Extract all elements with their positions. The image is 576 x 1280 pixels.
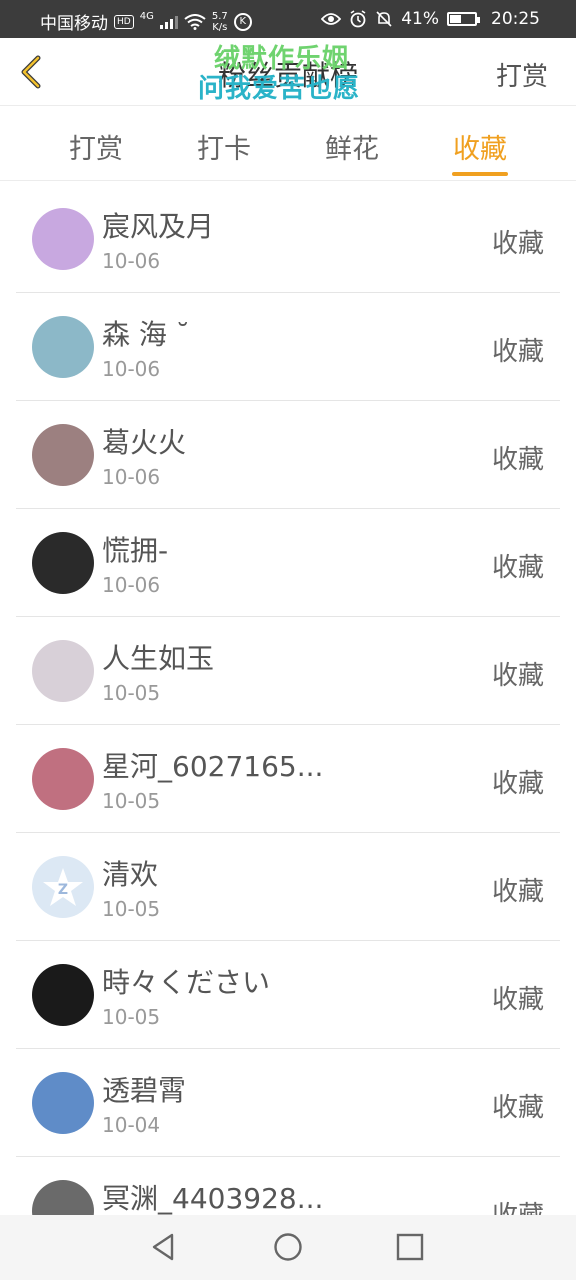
date: 10-05 bbox=[102, 681, 161, 705]
avatar[interactable] bbox=[32, 748, 94, 810]
signal-icon: 4G bbox=[139, 11, 154, 22]
user-name: 冥渊_4403928... bbox=[102, 1182, 324, 1215]
date: 10-06 bbox=[102, 249, 161, 273]
avatar[interactable] bbox=[32, 532, 94, 594]
alarm-icon bbox=[350, 10, 366, 28]
tab-flowers[interactable]: 鲜花 bbox=[307, 107, 397, 180]
action-label: 收藏 bbox=[491, 769, 544, 799]
avatar[interactable]: Z bbox=[32, 856, 94, 918]
watermark-overlay-line2: 问我爱苦也愿 bbox=[198, 74, 361, 104]
list-item[interactable]: 宸风及月 10-06 收藏 bbox=[16, 185, 560, 293]
cell-signal-icon bbox=[159, 15, 178, 29]
system-nav-bar bbox=[0, 1215, 576, 1280]
eye-icon bbox=[321, 13, 342, 25]
carrier-label: 中国移动 bbox=[40, 14, 108, 34]
fan-list[interactable]: 宸风及月 10-06 收藏 森 海 ˘ 10-06 收藏 葛火火 10-06 收… bbox=[16, 185, 560, 1215]
nav-recent-icon[interactable] bbox=[394, 1231, 426, 1263]
svg-text:Z: Z bbox=[58, 882, 68, 898]
list-item[interactable]: 葛火火 10-06 收藏 bbox=[16, 401, 560, 509]
user-name: 星河_6027165... bbox=[102, 750, 324, 783]
avatar[interactable] bbox=[32, 424, 94, 486]
user-name: 時々ください bbox=[102, 966, 271, 999]
list-item[interactable]: Z 清欢 10-05 收藏 bbox=[16, 833, 560, 941]
avatar[interactable] bbox=[32, 1072, 94, 1134]
list-item[interactable]: 森 海 ˘ 10-06 收藏 bbox=[16, 293, 560, 401]
hd-icon: HD bbox=[114, 14, 134, 29]
avatar[interactable] bbox=[32, 964, 94, 1026]
action-label: 收藏 bbox=[491, 1093, 544, 1123]
action-label: 收藏 bbox=[491, 985, 544, 1015]
date: 10-06 bbox=[102, 357, 161, 381]
list-item[interactable]: 時々ください 10-05 收藏 bbox=[16, 941, 560, 1049]
mute-bell-icon bbox=[376, 11, 392, 27]
tab-reward[interactable]: 打赏 bbox=[51, 107, 141, 180]
avatar[interactable] bbox=[32, 208, 94, 270]
status-bar: 中国移动 HD 4G 5.7 K/s K 41% 20:25 bbox=[0, 0, 576, 38]
list-item[interactable]: 人生如玉 10-05 收藏 bbox=[16, 617, 560, 725]
action-label: 收藏 bbox=[491, 337, 544, 367]
reward-button[interactable]: 打赏 bbox=[496, 56, 548, 93]
user-name: 人生如玉 bbox=[102, 642, 215, 675]
user-name: 透碧霄 bbox=[102, 1074, 187, 1107]
date: 10-04 bbox=[102, 1113, 161, 1137]
list-item[interactable]: 星河_6027165... 10-05 收藏 bbox=[16, 725, 560, 833]
nav-home-icon[interactable] bbox=[272, 1231, 304, 1263]
tab-bar: 打赏 打卡 鲜花 收藏 bbox=[0, 107, 576, 181]
date: 10-06 bbox=[102, 573, 161, 597]
list-item[interactable]: 透碧霄 10-04 收藏 bbox=[16, 1049, 560, 1157]
date: 10-06 bbox=[102, 465, 161, 489]
list-item[interactable]: 慌拥- 10-06 收藏 bbox=[16, 509, 560, 617]
nav-back-icon[interactable] bbox=[148, 1231, 180, 1263]
date: 10-05 bbox=[102, 789, 161, 813]
app-header: 粉丝贡献榜 绒默作乐姻 问我爱苦也愿 打赏 bbox=[0, 38, 576, 106]
user-name: 清欢 bbox=[102, 858, 159, 891]
tab-checkin[interactable]: 打卡 bbox=[179, 107, 269, 180]
action-label: 收藏 bbox=[491, 877, 544, 907]
default-avatar-icon: Z bbox=[43, 868, 83, 906]
avatar[interactable] bbox=[32, 1180, 94, 1215]
list-item[interactable]: 冥渊_4403928... 收藏 bbox=[16, 1157, 560, 1215]
tab-favorites[interactable]: 收藏 bbox=[435, 107, 525, 180]
avatar[interactable] bbox=[32, 316, 94, 378]
user-name: 森 海 ˘ bbox=[102, 318, 190, 351]
action-label: 收藏 bbox=[491, 553, 544, 583]
date: 10-05 bbox=[102, 897, 161, 921]
user-name: 宸风及月 bbox=[102, 210, 215, 243]
wifi-icon bbox=[184, 13, 206, 30]
action-label: 收藏 bbox=[491, 229, 544, 259]
action-label: 收藏 bbox=[492, 1195, 544, 1215]
user-name: 慌拥- bbox=[102, 534, 169, 567]
user-name: 葛火火 bbox=[102, 426, 187, 459]
battery-percent: 41% bbox=[401, 9, 439, 29]
action-label: 收藏 bbox=[491, 661, 544, 691]
k-app-icon: K bbox=[233, 12, 252, 31]
date: 10-05 bbox=[102, 1005, 161, 1029]
clock: 20:25 bbox=[491, 9, 540, 29]
action-label: 收藏 bbox=[491, 445, 544, 475]
battery-icon bbox=[447, 12, 480, 26]
avatar[interactable] bbox=[32, 640, 94, 702]
network-speed: 5.7 K/s bbox=[211, 10, 228, 33]
